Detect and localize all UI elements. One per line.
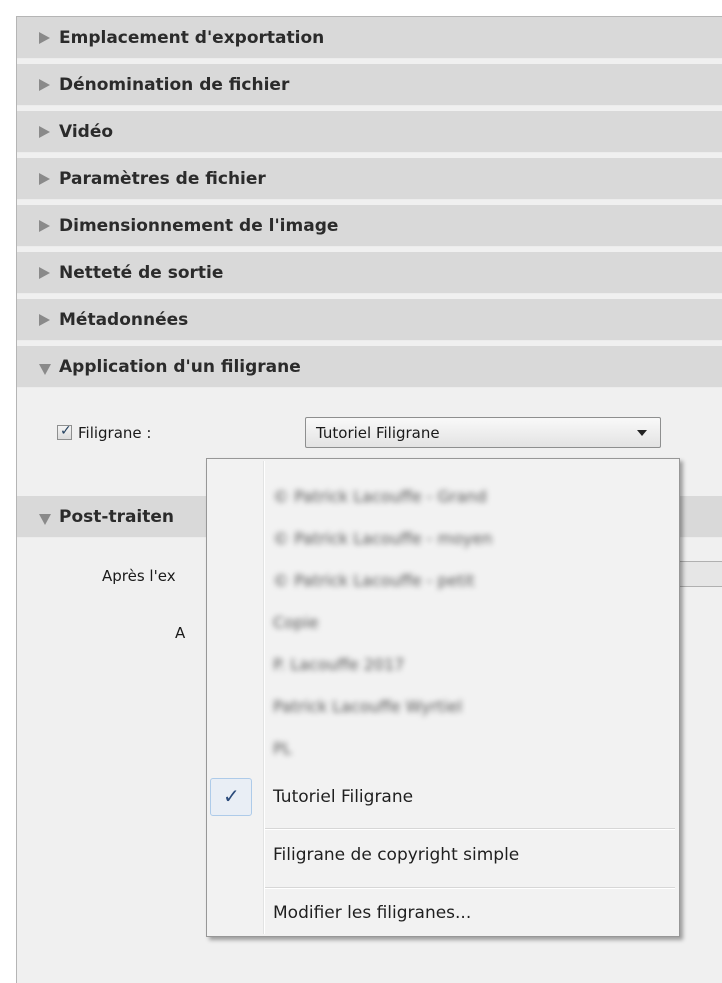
watermark-checkbox[interactable]: ✓: [57, 423, 72, 440]
menu-item-obscured[interactable]: Copie: [209, 603, 677, 643]
expand-arrow-icon: [39, 126, 50, 138]
after-export-label: Après l'ex: [102, 567, 176, 585]
section-image-sizing[interactable]: Dimensionnement de l'image: [17, 205, 722, 247]
section-export-location[interactable]: Emplacement d'exportation: [17, 17, 722, 59]
section-title: Netteté de sortie: [59, 263, 224, 283]
application-label: A: [175, 624, 186, 642]
expand-arrow-icon: [39, 267, 50, 279]
menu-item-obscured[interactable]: © Patrick Lacouffe - petit: [209, 561, 677, 601]
menu-item-obscured[interactable]: © Patrick Lacouffe - moyen: [209, 519, 677, 559]
collapse-arrow-icon: [39, 514, 51, 525]
section-title: Post-traiten: [59, 507, 175, 527]
menu-item-label: Copie: [273, 613, 319, 632]
expand-arrow-icon: [39, 220, 50, 232]
menu-item-label: © Patrick Lacouffe - petit: [273, 571, 475, 590]
section-title: Dimensionnement de l'image: [59, 216, 339, 236]
menu-separator: [265, 887, 675, 889]
section-title: Application d'un filigrane: [59, 357, 301, 377]
menu-item-edit-watermarks[interactable]: Modifier les filigranes...: [209, 893, 677, 933]
watermark-label: Filigrane :: [78, 424, 152, 442]
menu-item-label: PL: [273, 739, 292, 758]
section-title: Dénomination de fichier: [59, 75, 290, 95]
expand-arrow-icon: [39, 314, 50, 326]
menu-item-obscured[interactable]: © Patrick Lacouffe - Grand: [209, 477, 677, 517]
expand-arrow-icon: [39, 79, 50, 91]
menu-item-label: © Patrick Lacouffe - moyen: [273, 529, 493, 548]
menu-item-obscured[interactable]: PL: [209, 729, 677, 769]
dropdown-arrow-icon: [637, 430, 647, 436]
section-file-settings[interactable]: Paramètres de fichier: [17, 158, 722, 200]
watermark-dropdown-menu: © Patrick Lacouffe - Grand © Patrick Lac…: [206, 458, 680, 937]
section-file-naming[interactable]: Dénomination de fichier: [17, 64, 722, 106]
section-title: Paramètres de fichier: [59, 169, 266, 189]
section-metadata[interactable]: Métadonnées: [17, 299, 722, 341]
expand-arrow-icon: [39, 173, 50, 185]
section-video[interactable]: Vidéo: [17, 111, 722, 153]
menu-item-label: Modifier les filigranes...: [273, 903, 472, 923]
menu-item-obscured[interactable]: P. Lacouffe 2017: [209, 645, 677, 685]
checkmark-icon: ✓: [60, 423, 72, 439]
menu-item-simple-copyright[interactable]: Filigrane de copyright simple: [209, 835, 677, 875]
menu-item-label: © Patrick Lacouffe - Grand: [273, 487, 487, 506]
menu-item-label: Tutoriel Filigrane: [273, 787, 414, 807]
menu-item-label: Patrick Lacouffe Wyrtiel: [273, 697, 463, 716]
menu-item-obscured[interactable]: Patrick Lacouffe Wyrtiel: [209, 687, 677, 727]
section-title: Métadonnées: [59, 310, 189, 330]
collapse-arrow-icon: [39, 364, 51, 375]
section-watermarking[interactable]: Application d'un filigrane: [17, 346, 722, 388]
section-output-sharpening[interactable]: Netteté de sortie: [17, 252, 722, 294]
watermark-selected-value: Tutoriel Filigrane: [316, 424, 440, 442]
menu-item-tutoriel-filigrane[interactable]: Tutoriel Filigrane: [209, 777, 677, 817]
expand-arrow-icon: [39, 32, 50, 44]
menu-item-label: P. Lacouffe 2017: [273, 655, 405, 674]
menu-item-label: Filigrane de copyright simple: [273, 845, 520, 865]
section-title: Vidéo: [59, 122, 114, 142]
section-title: Emplacement d'exportation: [59, 28, 325, 48]
menu-separator: [265, 828, 675, 830]
watermark-select[interactable]: Tutoriel Filigrane: [305, 417, 661, 448]
